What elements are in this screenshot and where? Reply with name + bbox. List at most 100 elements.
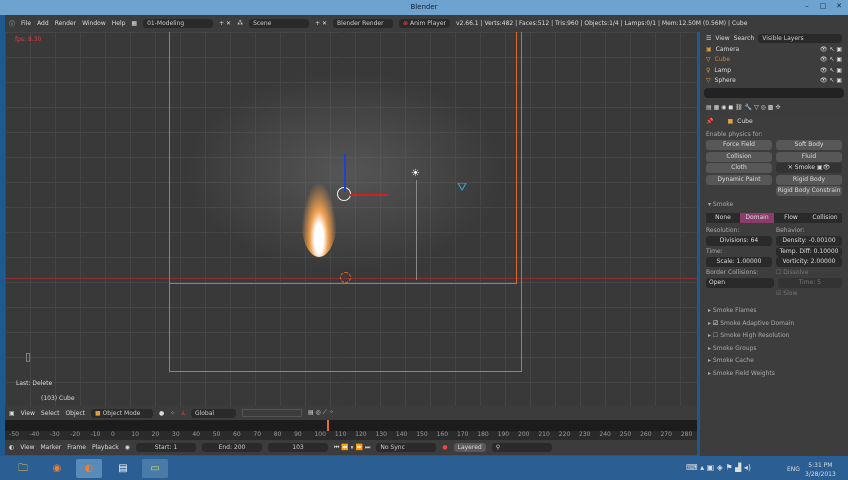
dissolve-checkbox[interactable]: ☐ Dissolve — [776, 269, 842, 276]
smoke-type-collision[interactable]: Collision — [808, 213, 842, 224]
menu-playback[interactable]: Playback — [92, 444, 119, 451]
force-field-button[interactable]: Force Field — [706, 140, 772, 151]
cloth-button[interactable]: Cloth — [706, 163, 772, 174]
smoke-cache-panel[interactable]: ▸ Smoke Cache — [700, 355, 848, 368]
menu-view[interactable]: View — [21, 410, 35, 417]
tray-icons[interactable]: ⌨ ▴ ▣ ◈ ⚑ ▟ ◂) — [686, 463, 751, 472]
add-layout-icon[interactable]: + ✕ — [219, 20, 231, 27]
smoke-panel-header[interactable]: ▾ Smoke — [700, 199, 848, 212]
blender-icon[interactable]: ◐ — [76, 459, 102, 478]
mode-select[interactable]: ■ Object Mode — [90, 408, 153, 418]
smoke-field-weights-panel[interactable]: ▸ Smoke Field Weights — [700, 368, 848, 381]
lamp-icon[interactable]: ☀ — [411, 168, 420, 179]
rigid-body-constraint-button[interactable]: Rigid Body Constrain — [776, 186, 842, 197]
pin-icon[interactable]: 📌 — [706, 118, 713, 125]
temp-diff-field[interactable]: Temp. Diff: 0.10000 — [776, 246, 842, 257]
minimize-button[interactable]: – — [800, 1, 814, 12]
orientation-select[interactable]: Global — [190, 408, 236, 418]
menu-help[interactable]: Help — [112, 20, 126, 27]
slow-checkbox[interactable]: ☑ Slow — [776, 290, 842, 297]
menu-search[interactable]: Search — [734, 35, 755, 42]
menu-frame[interactable]: Frame — [67, 444, 86, 451]
checkbox-checked[interactable]: ☑ — [713, 320, 718, 327]
scene-select[interactable]: Scene — [249, 19, 310, 28]
visibility-icon[interactable]: 👁 ↖ ▣ — [820, 46, 842, 53]
scale-field[interactable]: Scale: 1.00000 — [706, 257, 772, 268]
layers-grid[interactable] — [241, 409, 302, 417]
smoke-high-resolution-panel[interactable]: ▸ ☐ Smoke High Resolution — [700, 330, 848, 343]
visibility-icon[interactable]: 👁 ↖ ▣ — [820, 77, 842, 84]
menu-render[interactable]: Render — [55, 20, 76, 27]
collision-button[interactable]: Collision — [706, 151, 772, 162]
z-arrow-icon[interactable] — [344, 154, 346, 192]
maximize-button[interactable]: □ — [816, 1, 830, 12]
x-arrow-icon[interactable] — [350, 194, 388, 196]
end-frame-field[interactable]: End: 200 — [201, 443, 262, 452]
outliner-item-camera[interactable]: ▣ Camera 👁 ↖ ▣ — [700, 44, 848, 55]
outliner-item-cube[interactable]: ▽ Cube 👁 ↖ ▣ — [700, 55, 848, 66]
timeline[interactable]: -50 -40 -30 -20 -10 0 10 20 30 40 50 60 70 80 90 100 110… — [5, 420, 697, 440]
smoke-type-none[interactable]: None — [706, 213, 740, 224]
editor-type-icon[interactable]: ☰ — [706, 35, 711, 42]
editor-type-icon[interactable]: ▣ — [9, 410, 15, 417]
menu-marker[interactable]: Marker — [41, 444, 62, 451]
render-icons[interactable]: ▤ ◎ ⟋ ⁘ — [308, 409, 334, 417]
smoke-groups-panel[interactable]: ▸ Smoke Groups — [700, 343, 848, 356]
smoke-button[interactable]: ✕ Smoke ▣👁 — [776, 163, 842, 174]
keying-set-select[interactable]: Layered — [453, 443, 486, 452]
clock[interactable]: 5:31 PM 3/28/2013 — [805, 461, 836, 479]
active-keying-field[interactable]: ⚲ — [491, 443, 552, 452]
menu-object[interactable]: Object — [65, 410, 85, 417]
display-filter-select[interactable]: Visible Layers — [758, 33, 842, 43]
render-engine-select[interactable]: Blender Render — [333, 19, 394, 28]
dynamic-paint-button[interactable]: Dynamic Paint — [706, 174, 772, 185]
layout-icon[interactable]: ▦ — [131, 20, 137, 27]
menu-window[interactable]: Window — [82, 20, 106, 27]
smoke-adaptive-domain-panel[interactable]: ▸ ☑ Smoke Adaptive Domain — [700, 318, 848, 331]
editor-type-icon[interactable]: ◐ — [9, 444, 14, 451]
shading-icon[interactable]: ● — [159, 410, 164, 417]
menu-view[interactable]: View — [20, 444, 34, 451]
menu-select[interactable]: Select — [41, 410, 60, 417]
close-button[interactable]: ✕ — [832, 1, 846, 12]
anim-player-button[interactable]: ⊗ Anim Player — [399, 19, 450, 28]
start-frame-field[interactable]: Start: 1 — [135, 443, 196, 452]
menu-file[interactable]: File — [21, 20, 31, 27]
divisions-field[interactable]: Divisions: 64 — [706, 236, 772, 247]
properties-tabs-icon[interactable]: ▤ ▦ ◉ ◼ ⛓ 🔧 ▽ ◎ ▩ ✣ — [706, 104, 780, 111]
playback-controls[interactable]: ⏮ ⏪ ⏸ ⏩ ⏭ — [334, 444, 370, 452]
smoke-flames-panel[interactable]: ▸ Smoke Flames — [700, 305, 848, 318]
fluid-button[interactable]: Fluid — [776, 151, 842, 162]
folder-icon[interactable]: ▭ — [142, 459, 168, 478]
border-collisions-select[interactable]: Open — [706, 278, 774, 289]
3d-viewport[interactable]: fps: 8.30 ☀ ⛛ ▯ Last: Delete (103) Cube — [5, 32, 697, 406]
pivot-icon[interactable]: ⁘ — [170, 410, 175, 417]
menu-view[interactable]: View — [715, 35, 729, 42]
record-button[interactable]: ● — [442, 444, 447, 451]
manipulator-icon[interactable]: ⅄ — [181, 410, 185, 417]
scene-icon[interactable]: ⁂ — [237, 20, 243, 27]
language-indicator[interactable]: ENG — [787, 466, 800, 473]
visibility-icon[interactable]: 👁 ↖ ▣ — [820, 67, 842, 74]
preview-range-icon[interactable]: ◉ — [125, 444, 130, 451]
current-frame-marker[interactable] — [326, 420, 329, 431]
menu-add[interactable]: Add — [37, 20, 49, 27]
density-field[interactable]: Density: -0.00100 — [776, 236, 842, 247]
explorer-icon[interactable]: 🗀 — [10, 459, 36, 478]
add-scene-icon[interactable]: + ✕ — [315, 20, 327, 27]
vorticity-field[interactable]: Vorticity: 2.00000 — [776, 257, 842, 268]
sync-select[interactable]: No Sync — [376, 443, 437, 452]
visibility-icon[interactable]: 👁 ↖ ▣ — [820, 56, 842, 63]
current-frame-field[interactable]: 103 — [267, 443, 328, 452]
info-editor-icon[interactable]: ⓘ — [9, 19, 15, 28]
outliner-item-sphere[interactable]: ▽ Sphere 👁 ↖ ▣ — [700, 76, 848, 87]
word-icon[interactable]: ▤ — [110, 459, 136, 478]
soft-body-button[interactable]: Soft Body — [776, 140, 842, 151]
checkbox-unchecked[interactable]: ☐ — [713, 332, 718, 339]
outliner-item-lamp[interactable]: ♀ Lamp 👁 ↖ ▣ — [700, 65, 848, 76]
camera-icon[interactable]: ⛛ — [457, 180, 467, 195]
dissolve-time-field[interactable]: Time: 5 — [777, 278, 842, 289]
firefox-icon[interactable]: ◉ — [44, 459, 70, 478]
rigid-body-button[interactable]: Rigid Body — [776, 174, 842, 185]
smoke-type-flow[interactable]: Flow — [774, 213, 808, 224]
